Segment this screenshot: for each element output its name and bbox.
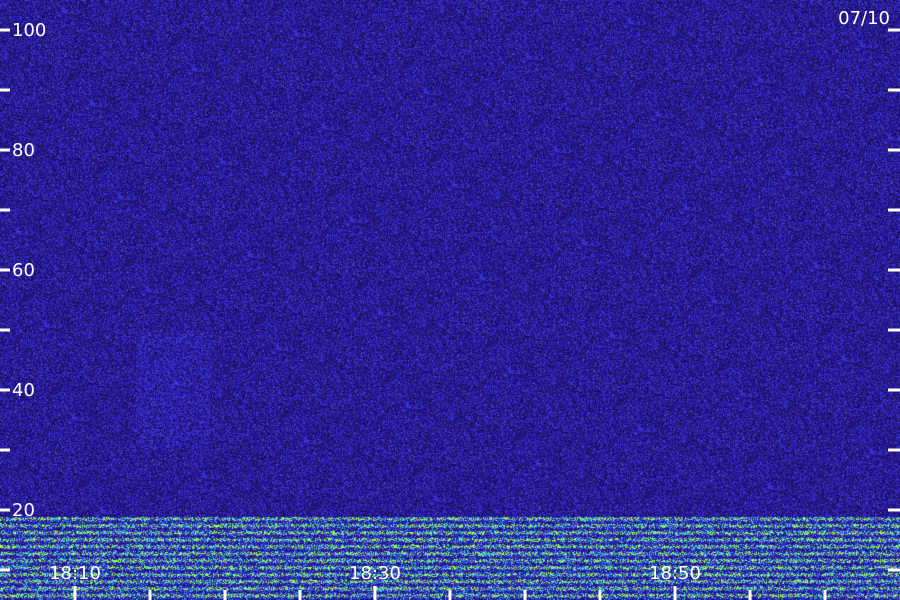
y-tick-label: 80 <box>12 140 35 161</box>
y-tick-label: 40 <box>12 380 35 401</box>
spectrogram-chart: 100 80 60 40 20 18:10 18:30 18:50 07/10 <box>0 0 900 600</box>
y-tick-label: 20 <box>12 500 35 521</box>
x-tick-label: 18:10 <box>49 563 101 584</box>
x-tick-label: 18:30 <box>349 563 401 584</box>
x-axis-ticks: 18:10 18:30 18:50 <box>49 563 827 600</box>
chart-axes: 100 80 60 40 20 18:10 18:30 18:50 07/10 <box>0 8 900 600</box>
y-tick-label: 60 <box>12 260 35 281</box>
y-axis-ticks: 100 80 60 40 20 <box>0 20 900 572</box>
date-label: 07/10 <box>838 8 890 29</box>
x-tick-label: 18:50 <box>649 563 701 584</box>
y-tick-label: 100 <box>12 20 46 41</box>
